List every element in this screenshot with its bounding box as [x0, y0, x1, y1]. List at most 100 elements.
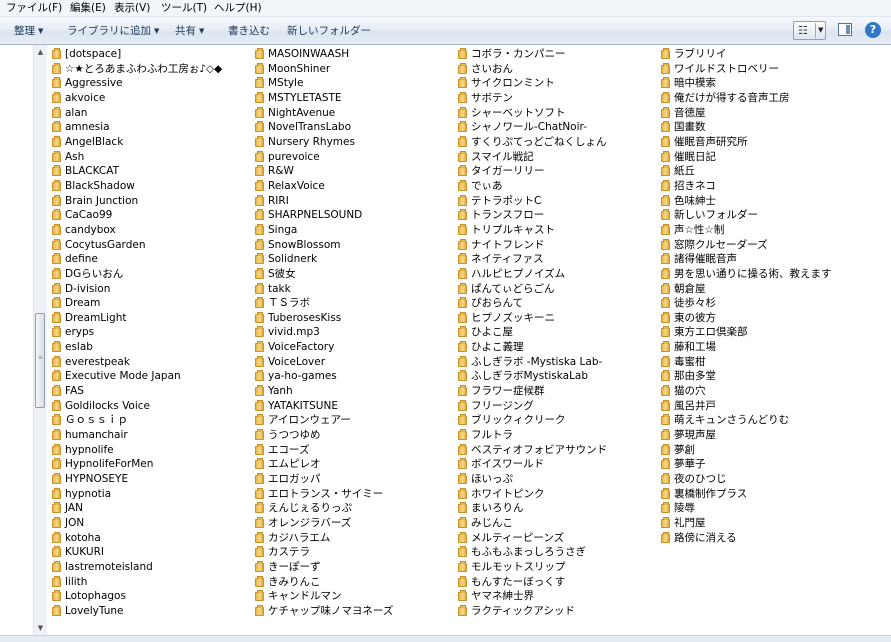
folder-name: JON	[65, 517, 85, 529]
folder-name: BLACKCAT	[65, 165, 120, 178]
folder-name: フラワー症候群	[471, 385, 545, 398]
folder-icon	[52, 106, 61, 118]
share-button[interactable]: 共有 ▼	[175, 24, 204, 38]
folder-name: YATAKITSUNE	[268, 399, 338, 412]
add-to-library-label: ライブラリに追加	[67, 25, 151, 37]
folder-name: AngelBlack	[65, 135, 124, 148]
folder-icon	[661, 355, 670, 367]
folder-name: 音徳屋	[674, 106, 706, 119]
folder-list: [dotspace] ☆★とろあまふわふわ工房ぉ♪◇◆ Aggressive akvo…	[47, 45, 891, 635]
menu-view[interactable]: 表示(V)	[114, 1, 150, 15]
new-folder-button[interactable]: 新しいフォルダー	[287, 24, 371, 38]
view-options-icon: ☷	[798, 24, 808, 37]
folder-icon	[458, 443, 467, 455]
folder-icon	[255, 267, 264, 279]
folder-name: 那由多堂	[674, 370, 716, 383]
folder-icon	[52, 282, 61, 294]
folder-name: MStyle	[268, 77, 304, 90]
folder-name: サボテン	[471, 91, 513, 104]
folder-icon	[255, 443, 264, 455]
vertical-scrollbar[interactable]: ▲ ≡ ▼	[33, 45, 47, 635]
folder-name: きーぽーず	[268, 560, 321, 573]
scroll-thumb[interactable]: ≡	[35, 313, 45, 408]
folder-icon	[255, 282, 264, 294]
folder-name: ケチャップ味ノマヨネーズ	[268, 604, 394, 617]
folder-name: 東の彼方	[674, 311, 716, 324]
folder-icon	[52, 473, 61, 485]
folder-name: ワイルドストロベリー	[674, 62, 779, 75]
folder-name: ボイスワールド	[471, 458, 545, 471]
folder-name: メルティーピーンズ	[471, 531, 565, 544]
add-to-library-button[interactable]: ライブラリに追加 ▼	[67, 24, 159, 38]
folder-icon	[661, 282, 670, 294]
menu-bar: ファイル(F) 編集(E) 表示(V) ツール(T) ヘルプ(H)	[0, 0, 891, 17]
folder-name: S彼女	[268, 267, 296, 280]
folder-name: フルトラ	[471, 429, 513, 442]
folder-name: SnowBlossom	[268, 238, 341, 251]
folder-icon	[458, 121, 467, 133]
folder-icon	[458, 546, 467, 558]
folder-name: アイロンウェアー	[268, 414, 351, 427]
folder-icon	[52, 355, 61, 367]
folder-name: MSTYLETASTE	[268, 91, 342, 104]
folder-icon	[52, 62, 61, 74]
folder-name: きみりんこ	[268, 575, 321, 588]
folder-icon	[661, 91, 670, 103]
folder-name: DreamLight	[65, 311, 127, 324]
folder-icon	[52, 165, 61, 177]
folder-icon	[255, 121, 264, 133]
folder-name: えんじぇるりっぷ	[268, 502, 352, 515]
preview-pane-button[interactable]	[838, 23, 852, 36]
folder-icon	[661, 370, 670, 382]
folder-name: ぴおらんて	[471, 297, 523, 310]
folder-name: hypnotia	[65, 487, 112, 500]
folder-icon	[255, 106, 264, 118]
folder-icon	[661, 443, 670, 455]
menu-tools[interactable]: ツール(T)	[161, 1, 207, 15]
view-options-button[interactable]: ☷ ▼	[793, 21, 826, 40]
help-icon: ?	[869, 23, 877, 36]
folder-name: 陵辱	[674, 502, 695, 515]
folder-icon	[255, 179, 264, 191]
folder-icon	[458, 458, 467, 470]
chevron-down-icon[interactable]: ▼	[818, 26, 823, 34]
folder-icon	[458, 502, 467, 514]
folder-name: ふしぎラボ -Mystiska Lab-	[471, 355, 603, 368]
folder-name: RelaxVoice	[268, 179, 325, 192]
folder-name: ya-ho-games	[268, 370, 337, 383]
folder-icon	[52, 502, 61, 514]
folder-icon	[458, 429, 467, 441]
folder-name: eslab	[65, 341, 93, 354]
folder-icon	[52, 575, 61, 587]
folder-icon	[458, 370, 467, 382]
scroll-down-arrow-icon[interactable]: ▼	[34, 621, 47, 635]
burn-button[interactable]: 書き込む	[228, 24, 270, 38]
menu-edit[interactable]: 編集(E)	[70, 1, 106, 15]
folder-icon	[661, 194, 670, 206]
folder-icon	[255, 531, 264, 543]
folder-icon	[661, 414, 670, 426]
folder-name: 男を思い通りに操る術、教えます	[674, 267, 832, 280]
folder-icon	[458, 385, 467, 397]
folder-name: ハルピヒプノイズム	[471, 267, 566, 280]
organize-button[interactable]: 整理 ▼	[14, 24, 43, 38]
menu-file[interactable]: ファイル(F)	[6, 1, 62, 15]
folder-name: HYPNOSEYE	[65, 473, 129, 486]
folder-icon	[255, 165, 264, 177]
folder-name: lilith	[65, 575, 88, 588]
folder-icon	[458, 414, 467, 426]
folder-icon	[255, 370, 264, 382]
folder-name: Dream	[65, 297, 101, 310]
folder-icon	[255, 77, 264, 89]
folder-icon	[661, 517, 670, 528]
folder-icon	[52, 297, 61, 309]
folder-name: まいろりん	[471, 502, 524, 515]
folder-icon	[52, 385, 61, 397]
folder-name: MASOINWAASH	[268, 48, 350, 60]
help-button[interactable]: ?	[865, 22, 881, 38]
folder-name: 朝倉屋	[674, 282, 706, 295]
menu-help[interactable]: ヘルプ(H)	[214, 1, 262, 15]
scroll-up-arrow-icon[interactable]: ▲	[34, 45, 47, 59]
folder-name: KUKURI	[65, 546, 104, 559]
folder-icon	[458, 209, 467, 221]
